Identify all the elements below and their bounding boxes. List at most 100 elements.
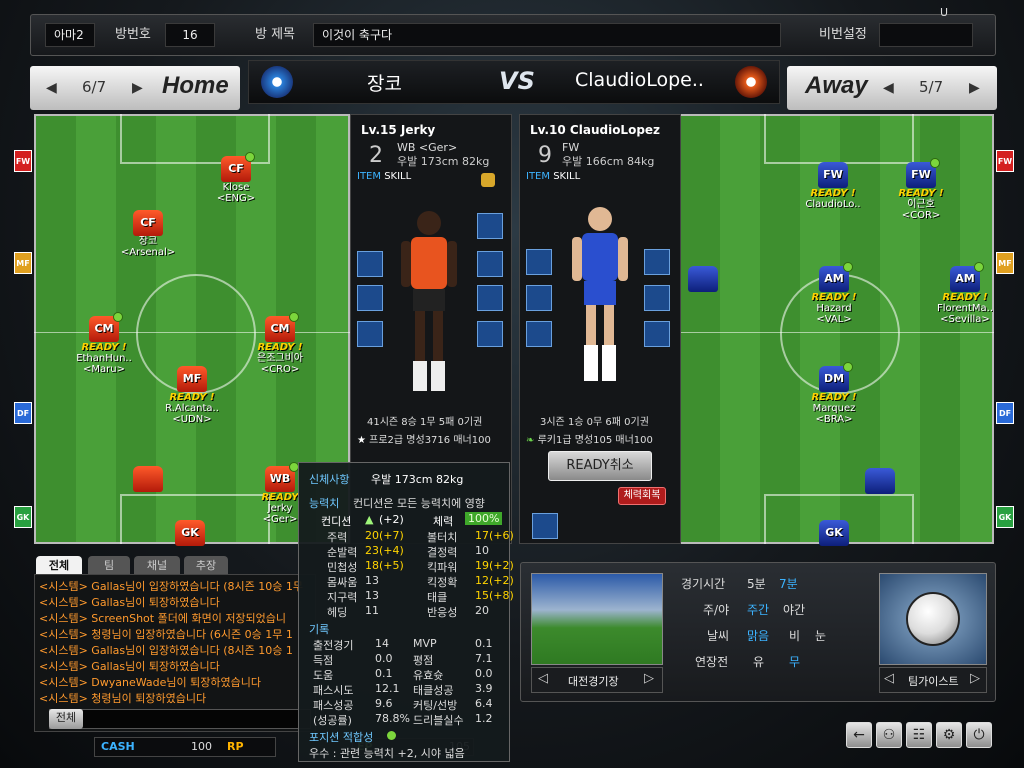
away-skill-label[interactable]: SKILL: [553, 171, 580, 182]
equip-slot[interactable]: [357, 321, 383, 347]
player-club: <VAL>: [816, 314, 852, 325]
ball-prev-arrow[interactable]: ◁: [884, 671, 894, 686]
equip-slot[interactable]: [477, 251, 503, 277]
equip-slot[interactable]: [526, 321, 552, 347]
pitch-player[interactable]: CM READY ! EthanHun.. <Maru>: [64, 312, 144, 375]
pitch-player[interactable]: [108, 466, 188, 492]
extra-time-yes[interactable]: 유: [753, 653, 764, 670]
chat-input[interactable]: [49, 709, 311, 729]
equip-slot[interactable]: [526, 249, 552, 275]
time-label: 경기시간: [681, 577, 726, 591]
equip-slot[interactable]: [357, 251, 383, 277]
pitch-player[interactable]: AM READY ! FlorentMa.. <Sevilla>: [925, 262, 1005, 325]
stat-value: 6.4: [475, 697, 493, 710]
weather-label: 날씨: [707, 629, 730, 643]
pitch-player[interactable]: MF READY ! R.Alcanta.. <UDN>: [152, 366, 232, 425]
weather-sunny[interactable]: 맑음: [747, 627, 769, 644]
pitch-player[interactable]: GK: [150, 520, 230, 546]
chat-line: <시스템> DwyaneWade님이 퇴장하였습니다: [39, 676, 261, 689]
chat-tab[interactable]: 추장: [184, 556, 228, 575]
stat-value: 20(+7): [365, 529, 404, 542]
day-option[interactable]: 주간: [747, 601, 769, 618]
pitch-player[interactable]: GK: [794, 520, 874, 546]
stadium-next-arrow[interactable]: ▷: [644, 671, 654, 686]
weather-rain[interactable]: 비: [789, 627, 800, 644]
ready-cancel-button[interactable]: READY취소: [548, 451, 652, 481]
pitch-player[interactable]: AM READY ! Hazard <VAL>: [794, 262, 874, 325]
away-team-logo: [735, 66, 767, 98]
home-label: Home: [162, 72, 229, 99]
equip-slot[interactable]: [644, 285, 670, 311]
equip-slot[interactable]: [532, 513, 558, 539]
position-tag: FW: [996, 150, 1014, 172]
away-prev-arrow[interactable]: ◀: [883, 80, 894, 96]
position-tag: MF: [996, 252, 1014, 274]
player-stats-tooltip: 신체사항 우발 173cm 82kg 능력치 컨디션은 모든 능력치에 영향 컨…: [298, 462, 514, 762]
equip-slot[interactable]: [644, 321, 670, 347]
cash-bar: CASH 100 RP: [94, 737, 276, 757]
equip-slot[interactable]: [477, 213, 503, 239]
stat-label: 볼터치: [427, 531, 458, 544]
home-next-arrow[interactable]: ▶: [132, 80, 143, 96]
player-name: ClaudioLo..: [805, 199, 861, 210]
jersey-icon: CF: [133, 210, 163, 236]
away-player-body: 우발 166cm 84kg: [562, 155, 655, 168]
cash-value: 100: [191, 740, 212, 753]
pitch-player[interactable]: [840, 468, 920, 494]
pitch-player[interactable]: FW READY ! 이근호 <COR>: [881, 158, 961, 221]
recover-stamina-button[interactable]: 체력회복: [618, 487, 666, 505]
chat-tab[interactable]: 전체: [36, 556, 82, 575]
pitch-player[interactable]: CM READY ! 은조그비아 <CRO>: [240, 312, 320, 375]
equip-slot[interactable]: [526, 285, 552, 311]
position-tag: MF: [14, 252, 32, 274]
chat-tab[interactable]: 팀: [88, 556, 130, 575]
equip-slot[interactable]: [477, 285, 503, 311]
home-item-label[interactable]: ITEM: [357, 171, 381, 182]
stat-label: 주력: [327, 531, 348, 544]
night-option[interactable]: 야간: [783, 601, 805, 618]
position-fit-note: 우수 : 관련 능력치 +2, 시야 넓음: [309, 747, 465, 760]
jersey-icon: [865, 468, 895, 494]
pitch-player[interactable]: DM READY ! Marquez <BRA>: [794, 362, 874, 425]
equip-slot[interactable]: [357, 285, 383, 311]
match-settings-panel: ◁ 대전경기장 ▷ 경기시간 5분 7분 주/야 주간 야간 날씨 맑음 비 눈…: [520, 562, 996, 702]
extra-time-no[interactable]: 무: [789, 653, 800, 670]
stamina-value: 100%: [465, 512, 503, 525]
away-next-arrow[interactable]: ▶: [969, 80, 980, 96]
stat-label: 커팅/선방: [413, 699, 458, 712]
password-field[interactable]: [879, 23, 973, 47]
stat-label: 평점: [413, 654, 434, 667]
ball-next-arrow[interactable]: ▷: [970, 671, 980, 686]
stat-value: 13: [365, 574, 379, 587]
game-mode: 아마2: [45, 23, 95, 47]
password-label: 비번설정: [819, 27, 867, 42]
player-name: EthanHun..: [76, 353, 132, 364]
pitch-player[interactable]: CF 장코 <Arsenal>: [108, 210, 188, 258]
gear-icon[interactable]: ⚙: [936, 722, 962, 748]
stat-label: 유효슛: [413, 669, 444, 682]
weather-snow[interactable]: 눈: [815, 627, 826, 644]
stadium-prev-arrow[interactable]: ◁: [538, 671, 548, 686]
power-icon[interactable]: ⏻: [966, 722, 992, 748]
pitch-player[interactable]: FW READY ! ClaudioLo..: [793, 162, 873, 210]
equip-slot[interactable]: [477, 321, 503, 347]
away-item-label[interactable]: ITEM: [526, 171, 550, 182]
home-skill-label[interactable]: SKILL: [384, 171, 411, 182]
time-option-7[interactable]: 7분: [779, 575, 798, 592]
time-option-5[interactable]: 5분: [747, 575, 766, 592]
jersey-icon: MF: [177, 366, 207, 392]
back-icon[interactable]: ←: [846, 722, 872, 748]
position-fit-label: 포지션 적합성: [309, 731, 374, 744]
team-icon[interactable]: ⚇: [876, 722, 902, 748]
stat-label: 태클: [427, 591, 448, 604]
home-prev-arrow[interactable]: ◀: [46, 80, 57, 96]
player-name: 은조그비아: [257, 353, 303, 364]
chat-tab[interactable]: 채널: [134, 556, 180, 575]
status-dot: [245, 152, 255, 162]
equip-slot[interactable]: [644, 249, 670, 275]
pitch-player[interactable]: CF Klose <ENG>: [196, 152, 276, 204]
jersey-icon: CM: [89, 312, 123, 342]
player-club: <Arsenal>: [120, 247, 176, 258]
formation-icon[interactable]: ☷: [906, 722, 932, 748]
chat-scope-button[interactable]: 전체: [49, 709, 83, 729]
